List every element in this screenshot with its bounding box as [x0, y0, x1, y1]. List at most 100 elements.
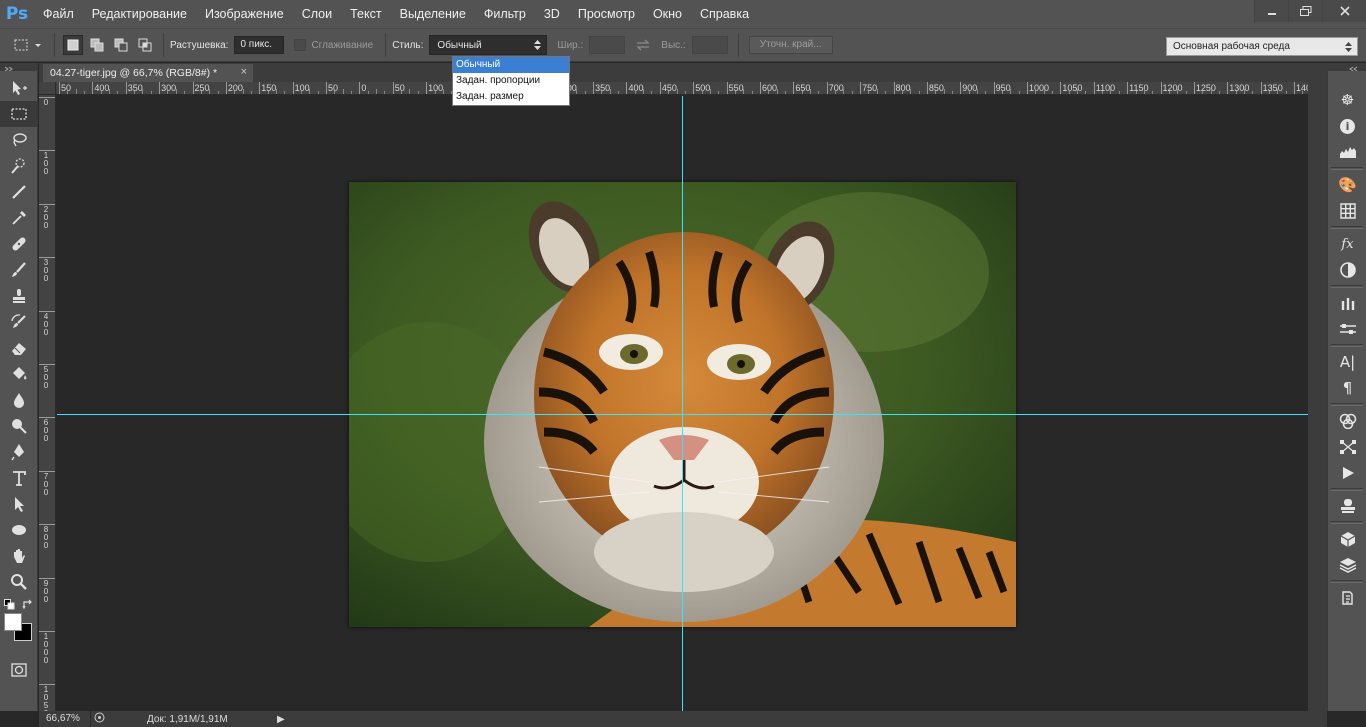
- menu-file[interactable]: Файл: [34, 0, 83, 28]
- vertical-guide[interactable]: [682, 96, 683, 711]
- paths-panel-button[interactable]: [1328, 434, 1366, 460]
- zoom-level-field[interactable]: 66,67%: [39, 711, 91, 727]
- width-input[interactable]: [589, 36, 626, 54]
- swap-colors-icon[interactable]: [22, 599, 34, 611]
- add-selection-icon: [90, 38, 104, 52]
- actions-panel-button[interactable]: [1328, 460, 1366, 486]
- style-option-normal[interactable]: Обычный: [453, 57, 569, 73]
- workspace-select[interactable]: Основная рабочая среда: [1166, 37, 1358, 56]
- clone-stamp-tool[interactable]: [0, 283, 38, 309]
- paragraph-panel-button[interactable]: ¶: [1328, 375, 1366, 401]
- status-options-button[interactable]: [91, 712, 107, 726]
- menu-layers[interactable]: Слои: [293, 0, 341, 28]
- adjustments-panel-button[interactable]: [1328, 257, 1366, 283]
- swatches-panel-button[interactable]: [1328, 198, 1366, 224]
- healing-brush-tool[interactable]: [0, 231, 38, 257]
- paint-bucket-tool[interactable]: [0, 361, 38, 387]
- intersect-selection-button[interactable]: [135, 35, 155, 55]
- menu-filter[interactable]: Фильтр: [475, 0, 535, 28]
- feather-input[interactable]: 0 пикс.: [234, 36, 285, 54]
- tab-close-icon[interactable]: ×: [241, 66, 247, 78]
- style-option-fixed-size[interactable]: Задан. размер: [453, 89, 569, 105]
- ruler-minor-tick: [651, 91, 653, 94]
- tool-presets-panel-button[interactable]: [1328, 316, 1366, 342]
- restore-icon: [1299, 6, 1311, 16]
- add-selection-button[interactable]: [87, 35, 107, 55]
- path-selection-tool[interactable]: [0, 491, 38, 517]
- canvas-area[interactable]: [57, 96, 1308, 711]
- rectangular-marquee-tool[interactable]: [0, 101, 38, 127]
- ruler-minor-tick: [434, 91, 436, 94]
- move-tool[interactable]: [0, 75, 38, 101]
- close-button[interactable]: [1322, 0, 1366, 22]
- dodge-tool[interactable]: [0, 413, 38, 439]
- vertical-scrollbar-track[interactable]: [1308, 82, 1327, 711]
- panel-group-separator: [1331, 167, 1363, 170]
- eraser-tool[interactable]: [0, 335, 38, 361]
- styles-panel-button[interactable]: fx: [1328, 231, 1366, 257]
- pen-tool[interactable]: [0, 439, 38, 465]
- height-input[interactable]: [691, 36, 728, 54]
- swap-dimensions-button[interactable]: [633, 35, 653, 55]
- new-selection-button[interactable]: [63, 35, 83, 55]
- hand-tool[interactable]: [0, 543, 38, 569]
- default-colors-icon[interactable]: [4, 599, 16, 611]
- histogram-panel-button[interactable]: [1328, 139, 1366, 165]
- channels-panel-button[interactable]: [1328, 408, 1366, 434]
- lasso-icon: [13, 133, 27, 147]
- quick-selection-tool[interactable]: [0, 153, 38, 179]
- eyedropper-tool[interactable]: [0, 205, 38, 231]
- ruler-minor-tick: [609, 89, 611, 94]
- ruler-minor-tick: [643, 89, 645, 94]
- ellipse-tool[interactable]: [0, 517, 38, 543]
- 3d-panel-button[interactable]: [1328, 526, 1366, 552]
- ruler-label: 9 0 0: [43, 578, 49, 604]
- height-label: Выс.:: [661, 39, 686, 51]
- ruler-origin[interactable]: [39, 82, 56, 95]
- blur-tool[interactable]: [0, 387, 38, 413]
- menu-view[interactable]: Просмотр: [569, 0, 644, 28]
- brush-presets-panel-button[interactable]: [1328, 290, 1366, 316]
- layers-panel-button[interactable]: [1328, 552, 1366, 578]
- ruler-minor-tick: [1252, 91, 1254, 94]
- toolbox-grip[interactable]: [0, 63, 38, 72]
- menu-image[interactable]: Изображение: [196, 0, 293, 28]
- style-select[interactable]: Обычный: [429, 35, 548, 55]
- tool-preset-picker[interactable]: [10, 35, 46, 55]
- subtract-selection-button[interactable]: [111, 35, 131, 55]
- crop-tool[interactable]: [0, 179, 38, 205]
- lasso-tool[interactable]: [0, 127, 38, 153]
- history-panel-button[interactable]: [1328, 585, 1366, 611]
- menu-edit[interactable]: Редактирование: [83, 0, 196, 28]
- zoom-tool[interactable]: [0, 569, 38, 595]
- color-panel-button[interactable]: 🎨: [1328, 172, 1366, 198]
- horizontal-ruler[interactable]: 5040035030025020015010050050100150200250…: [56, 82, 1308, 95]
- menu-3d[interactable]: 3D: [535, 0, 569, 28]
- restore-button[interactable]: [1288, 0, 1322, 22]
- menu-help[interactable]: Справка: [691, 0, 758, 28]
- status-menu-arrow-icon[interactable]: ▶: [277, 714, 285, 725]
- foreground-color-swatch[interactable]: [4, 613, 22, 631]
- menu-window[interactable]: Окно: [644, 0, 691, 28]
- ruler-label: 1400: [1296, 83, 1308, 93]
- brush-tool[interactable]: [0, 257, 38, 283]
- panel-dock-grip[interactable]: [1327, 63, 1366, 72]
- clone-source-panel-button[interactable]: [1328, 493, 1366, 519]
- info-panel-button[interactable]: i: [1328, 113, 1366, 139]
- menu-type[interactable]: Текст: [341, 0, 390, 28]
- character-panel-button[interactable]: A|: [1328, 349, 1366, 375]
- document-tab[interactable]: 04.27-tiger.jpg @ 66,7% (RGB/8#) * ×: [43, 64, 253, 82]
- refine-edge-button[interactable]: Уточн. край...: [748, 36, 833, 54]
- vertical-ruler[interactable]: 0 1 0 0 2 0 0 3 0 0 4 0 0 5 0 0 6 0 0 7 0 0 8 0 …: [39, 95, 56, 711]
- menu-select[interactable]: Выделение: [391, 0, 475, 28]
- panel-group-separator: [1331, 488, 1363, 491]
- antialias-checkbox[interactable]: [294, 39, 307, 51]
- style-option-fixed-ratio[interactable]: Задан. пропорции: [453, 73, 569, 89]
- navigator-panel-button[interactable]: ☸: [1328, 87, 1366, 113]
- quick-mask-button[interactable]: [0, 657, 38, 683]
- type-tool[interactable]: [0, 465, 38, 491]
- minimize-button[interactable]: [1254, 0, 1288, 22]
- history-brush-tool[interactable]: [0, 309, 38, 335]
- horizontal-guide[interactable]: [57, 414, 1308, 415]
- ruler-minor-tick: [167, 91, 169, 94]
